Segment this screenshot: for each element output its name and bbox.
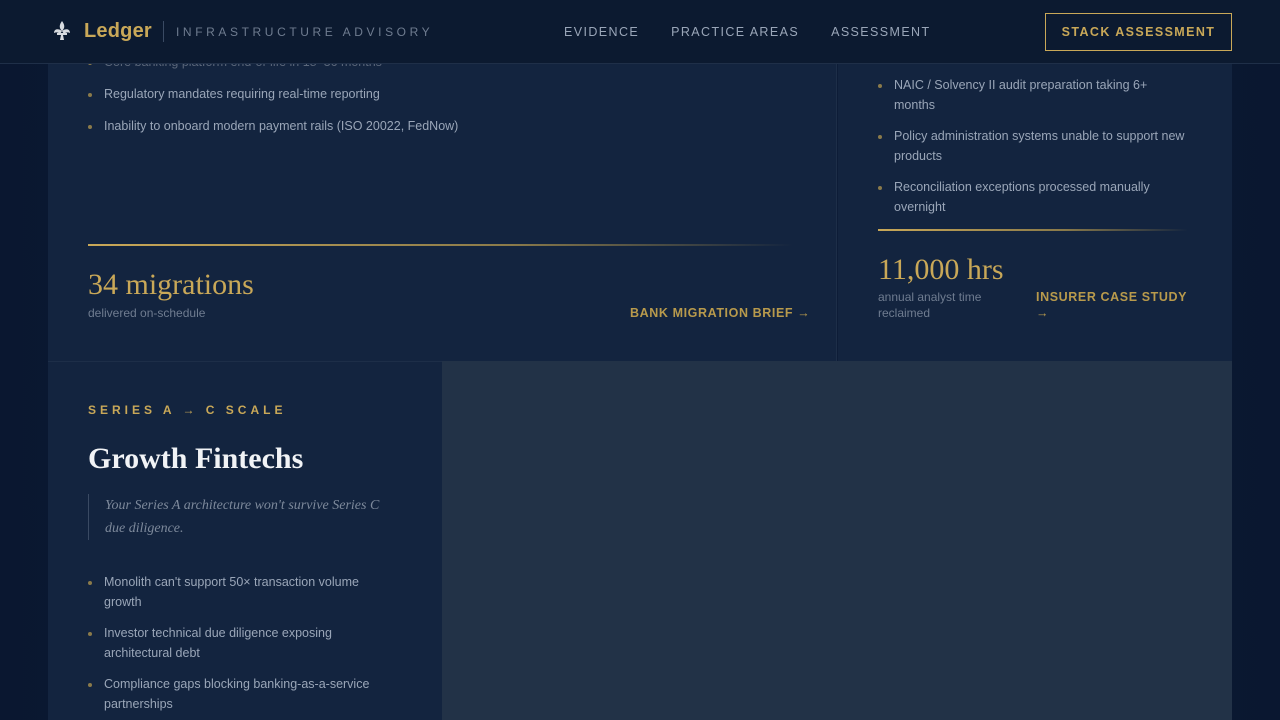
insurer-pain-list: NAIC / Solvency II audit preparation tak…: [878, 75, 1188, 228]
list-item: Compliance gaps blocking banking-as-a-se…: [88, 674, 398, 714]
brand-logo-text[interactable]: Ledger: [84, 20, 152, 43]
fintech-segment-card: SERIES A → C SCALE Growth Fintechs Your …: [48, 361, 442, 720]
divider: [878, 229, 1188, 231]
insurer-stat-label: annual analyst time reclaimed: [878, 290, 982, 320]
fintech-pain-list: Monolith can't support 50× transaction v…: [88, 572, 398, 720]
list-item: Investor technical due diligence exposin…: [88, 623, 398, 663]
bank-stat-label: delivered on-schedule: [88, 306, 206, 320]
nav-link-practice-areas[interactable]: PRACTICE AREAS: [671, 25, 799, 39]
list-item: NAIC / Solvency II audit preparation tak…: [878, 75, 1188, 115]
bank-pain-list: Core banking platform end-of-life in 18–…: [88, 52, 788, 148]
list-item: Monolith can't support 50× transaction v…: [88, 572, 398, 612]
segment-quote: Your Series A architecture won't survive…: [88, 494, 388, 540]
divider: [88, 244, 793, 246]
stack-assessment-button[interactable]: STACK ASSESSMENT: [1045, 13, 1232, 51]
list-item: Policy administration systems unable to …: [878, 126, 1188, 166]
insurer-case-study-link[interactable]: INSURER CASE STUDY →: [1036, 289, 1196, 321]
brand-tagline: INFRASTRUCTURE ADVISORY: [176, 25, 434, 39]
image-placeholder: [442, 361, 1232, 720]
brand-divider: [163, 21, 164, 42]
bank-stat-value: 34 migrations: [88, 268, 254, 301]
segment-title: Growth Fintechs: [88, 442, 304, 475]
segment-eyebrow: SERIES A → C SCALE: [88, 403, 287, 417]
list-item: Inability to onboard modern payment rail…: [88, 116, 788, 136]
fleur-de-lis-icon: [52, 20, 72, 42]
bank-migration-brief-link[interactable]: BANK MIGRATION BRIEF →: [630, 305, 810, 321]
list-item: Regulatory mandates requiring real-time …: [88, 84, 788, 104]
list-item: Reconciliation exceptions processed manu…: [878, 177, 1188, 217]
insurer-stat-value: 11,000 hrs: [878, 253, 1004, 286]
nav-link-evidence[interactable]: EVIDENCE: [564, 25, 639, 39]
top-navigation: Ledger INFRASTRUCTURE ADVISORY EVIDENCE …: [0, 0, 1280, 64]
nav-links: EVIDENCE PRACTICE AREAS ASSESSMENT: [564, 25, 931, 39]
nav-link-assessment[interactable]: ASSESSMENT: [831, 25, 930, 39]
